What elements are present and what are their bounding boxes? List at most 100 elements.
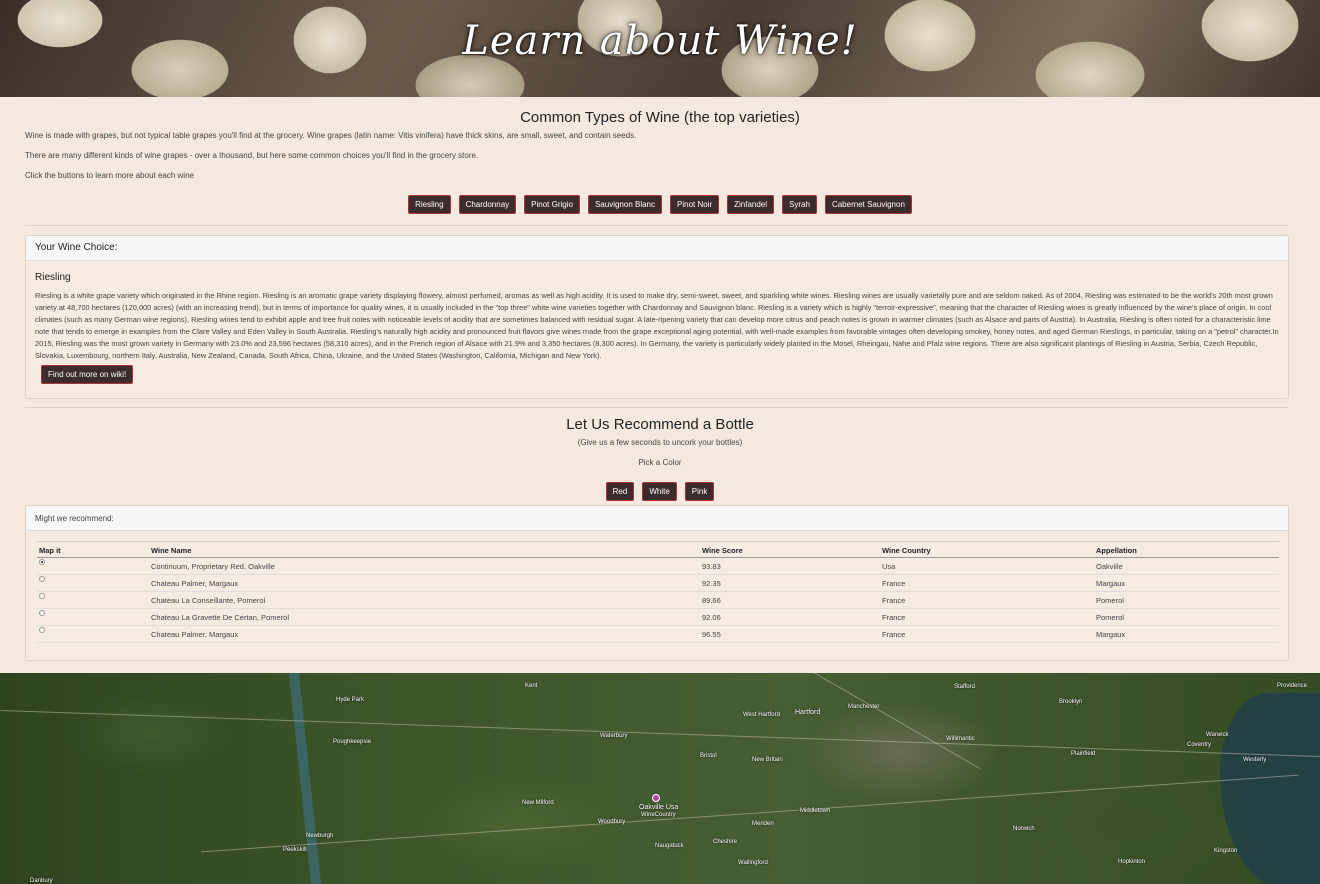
pinot-noir-button[interactable]: Pinot Noir bbox=[670, 195, 720, 214]
recommend-header: Might we recommend: bbox=[26, 506, 1288, 531]
wine-score-cell: 92.35 bbox=[700, 574, 880, 592]
map-label: Wallingford bbox=[738, 860, 768, 866]
map-label: Peekskill bbox=[283, 847, 307, 853]
map[interactable]: Oakville Usa WineCountry Hartford Waterbu… bbox=[0, 673, 1320, 884]
coastline bbox=[1220, 693, 1320, 884]
road bbox=[201, 774, 1299, 853]
col-wine-score: Wine Score bbox=[700, 541, 880, 558]
map-it-radio[interactable] bbox=[39, 575, 45, 582]
pink-button[interactable]: Pink bbox=[684, 482, 715, 501]
recommend-card: Might we recommend: Map it Wine Name Win… bbox=[25, 505, 1289, 661]
map-it-cell bbox=[37, 557, 149, 575]
map-label: Warwick bbox=[1206, 732, 1229, 738]
map-label: New Milford bbox=[522, 800, 554, 806]
table-row: Chateau La Gravette De Certan, Pomerol 92… bbox=[37, 608, 1279, 626]
map-label: Norwich bbox=[1013, 826, 1035, 832]
wine-score-cell: 93.83 bbox=[700, 557, 880, 575]
map-label: Kent bbox=[525, 683, 538, 689]
map-label: Middletown bbox=[800, 808, 831, 814]
col-wine-name: Wine Name bbox=[149, 541, 700, 558]
chardonnay-button[interactable]: Chardonnay bbox=[458, 195, 517, 214]
map-label: West Hartford bbox=[743, 712, 780, 718]
map-label: Hyde Park bbox=[336, 697, 365, 703]
map-label: Stafford bbox=[954, 684, 975, 690]
wine-name-cell: Continuum, Proprietary Red, Oakville bbox=[149, 557, 700, 575]
map-label: Cheshire bbox=[713, 839, 738, 845]
table-row: Chateau Palmer, Margaux 96.55 France Margau… bbox=[37, 625, 1279, 643]
intro-text-2: There are many different kinds of wine g… bbox=[25, 151, 479, 160]
map-label: Plainfield bbox=[1071, 751, 1096, 757]
recommend-title: Let Us Recommend a Bottle bbox=[566, 416, 754, 433]
map-it-radio[interactable] bbox=[39, 626, 45, 633]
map-label: Waterbury bbox=[600, 733, 628, 739]
wine-name-cell: Chateau Palmer, Margaux bbox=[149, 625, 700, 643]
appellation-cell: Pomerol bbox=[1094, 608, 1279, 626]
wine-choice-card: Your Wine Choice: Riesling Riesling is a… bbox=[25, 235, 1289, 399]
road bbox=[0, 709, 1320, 758]
appellation-cell: Pomerol bbox=[1094, 591, 1279, 609]
hero-banner: Learn about Wine! bbox=[0, 0, 1320, 97]
col-appellation: Appellation bbox=[1094, 541, 1279, 558]
red-button[interactable]: Red bbox=[605, 482, 635, 501]
map-label: Bristol bbox=[700, 753, 717, 759]
map-label: Poughkeepsie bbox=[333, 739, 372, 745]
table-row: Continuum, Proprietary Red, Oakville 93.8… bbox=[37, 557, 1279, 575]
map-label: Naugatuck bbox=[655, 843, 684, 849]
map-label: Newburgh bbox=[306, 833, 334, 839]
wiki-button[interactable]: Find out more on wiki! bbox=[41, 365, 134, 384]
wine-country-cell: France bbox=[880, 608, 1094, 626]
color-buttons: Red White Pink bbox=[0, 481, 1320, 501]
wine-score-cell: 92.06 bbox=[700, 608, 880, 626]
map-it-cell bbox=[37, 625, 149, 643]
map-label: Kingston bbox=[1214, 848, 1238, 854]
table-row: Chateau La Conseillante, Pomerol 89.66 Fra… bbox=[37, 591, 1279, 609]
map-it-cell bbox=[37, 591, 149, 609]
syrah-button[interactable]: Syrah bbox=[782, 195, 817, 214]
wine-choice-description: Riesling is a white grape variety which … bbox=[35, 291, 1279, 360]
wine-country-cell: France bbox=[880, 574, 1094, 592]
appellation-cell: Margaux bbox=[1094, 625, 1279, 643]
map-pin-label: Oakville Usa bbox=[639, 804, 679, 811]
divider bbox=[25, 407, 1289, 408]
wine-score-cell: 96.55 bbox=[700, 625, 880, 643]
wine-name-cell: Chateau La Conseillante, Pomerol bbox=[149, 591, 700, 609]
sauvignon-blanc-button[interactable]: Sauvignon Blanc bbox=[587, 195, 662, 214]
pinot-grigio-button[interactable]: Pinot Grigio bbox=[524, 195, 580, 214]
riesling-button[interactable]: Riesling bbox=[408, 195, 451, 214]
table-header-row: Map it Wine Name Wine Score Wine Country… bbox=[37, 541, 1279, 558]
road bbox=[719, 673, 981, 769]
oakville-pin-icon[interactable] bbox=[652, 794, 660, 802]
white-button[interactable]: White bbox=[642, 482, 677, 501]
map-label: Providence bbox=[1277, 683, 1308, 689]
map-it-radio[interactable] bbox=[39, 592, 45, 599]
recommend-table: Map it Wine Name Wine Score Wine Country… bbox=[37, 541, 1279, 643]
map-label: Hartford bbox=[795, 709, 821, 716]
table-row: Chateau Palmer, Margaux 92.35 France Margau… bbox=[37, 574, 1279, 592]
wine-country-cell: Usa bbox=[880, 557, 1094, 575]
map-label: Willimantic bbox=[946, 736, 975, 742]
cabernet-sauvignon-button[interactable]: Cabernet Sauvignon bbox=[824, 195, 912, 214]
appellation-cell: Margaux bbox=[1094, 574, 1279, 592]
map-pin-sublabel: WineCountry bbox=[641, 812, 676, 818]
recommend-subtitle: (Give us a few seconds to uncork your bo… bbox=[577, 438, 743, 447]
zinfandel-button[interactable]: Zinfandel bbox=[727, 195, 775, 214]
map-label: Meriden bbox=[752, 821, 774, 827]
col-map-it: Map it bbox=[37, 541, 149, 558]
wine-country-cell: France bbox=[880, 625, 1094, 643]
appellation-cell: Oakville bbox=[1094, 557, 1279, 575]
wine-score-cell: 89.66 bbox=[700, 591, 880, 609]
map-it-radio[interactable] bbox=[39, 609, 45, 616]
map-label: Danbury bbox=[30, 878, 53, 884]
wine-choice-header: Your Wine Choice: bbox=[26, 236, 1288, 261]
map-label: Woodbury bbox=[598, 819, 626, 825]
map-label: Brooklyn bbox=[1059, 699, 1083, 705]
map-it-radio[interactable] bbox=[39, 558, 45, 565]
intro-text-3: Click the buttons to learn more about ea… bbox=[25, 171, 194, 180]
map-it-cell bbox=[37, 574, 149, 592]
map-label: Westerly bbox=[1243, 757, 1267, 763]
intro-text-1: Wine is made with grapes, but not typica… bbox=[25, 131, 637, 140]
map-label: Hopkinton bbox=[1118, 859, 1146, 865]
divider bbox=[25, 225, 1289, 226]
hero-title: Learn about Wine! bbox=[462, 18, 858, 64]
map-it-cell bbox=[37, 608, 149, 626]
